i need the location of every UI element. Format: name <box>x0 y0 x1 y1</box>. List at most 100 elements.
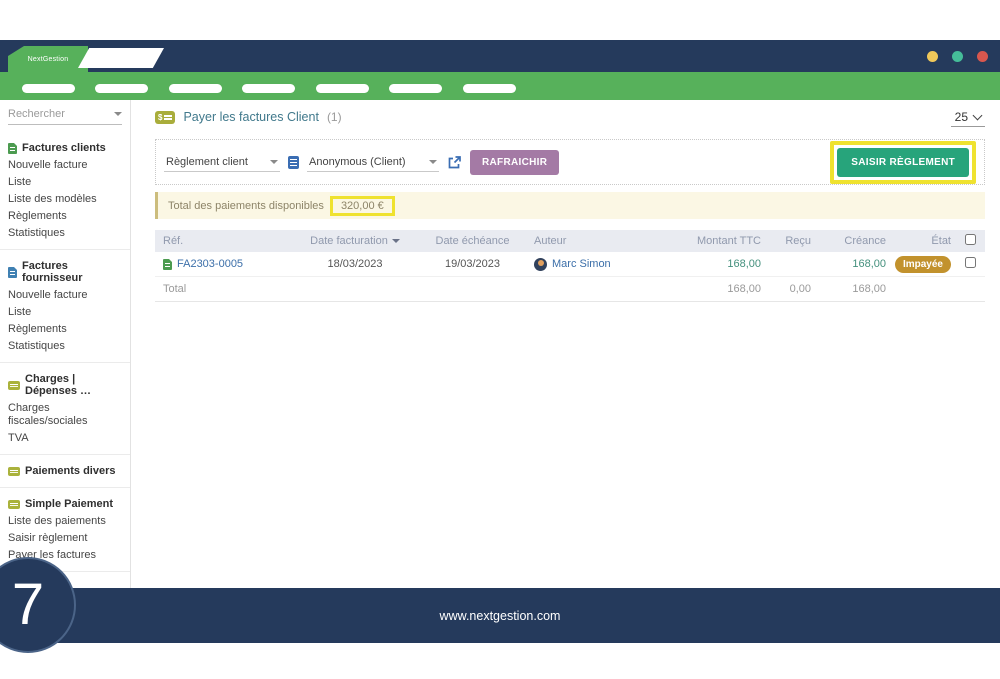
sidebar-item-reglements-client[interactable]: Règlements <box>0 208 130 225</box>
payment-type-select[interactable]: Règlement client <box>164 153 280 172</box>
minimize-dot-icon[interactable] <box>927 51 938 62</box>
money-icon <box>8 467 20 476</box>
sidebar-item-reglements-fournisseur[interactable]: Règlements <box>0 321 130 338</box>
col-date-echeance[interactable]: Date échéance <box>415 235 530 247</box>
table-header-row: Réf. Date facturation Date échéance Aute… <box>155 230 985 252</box>
cell-date-facturation: 18/03/2023 <box>295 258 415 270</box>
nav-pill-6[interactable] <box>389 84 442 93</box>
sidebar: Rechercher Factures clients Nouvelle fac… <box>0 100 131 588</box>
section-label: Factures clients <box>22 142 106 154</box>
footer-url: www.nextgestion.com <box>440 609 561 623</box>
col-auteur[interactable]: Auteur <box>530 235 675 247</box>
section-label: Charges | Dépenses … <box>25 373 130 397</box>
divider <box>0 249 130 250</box>
slide-number: 7 <box>12 576 44 634</box>
invoice-green-icon <box>8 143 17 154</box>
available-payments-infobar: Total des paiements disponibles 320,00 € <box>155 192 985 219</box>
sidebar-item-tva[interactable]: TVA <box>0 430 130 447</box>
sidebar-section-charges-depenses[interactable]: Charges | Dépenses … <box>0 370 130 400</box>
sidebar-item-statistiques-client[interactable]: Statistiques <box>0 225 130 242</box>
status-badge: Impayée <box>895 256 951 273</box>
result-count: (1) <box>327 110 342 124</box>
invoice-row: FA2303-0005 18/03/2023 19/03/2023 Marc S… <box>155 252 985 277</box>
cell-creance: 168,00 <box>815 258 890 270</box>
total-montant: 168,00 <box>675 283 765 295</box>
sidebar-section-factures-clients[interactable]: Factures clients <box>0 139 130 157</box>
chevron-down-icon <box>114 112 122 116</box>
col-date-facturation[interactable]: Date facturation <box>295 235 415 247</box>
sidebar-section-factures-fournisseur[interactable]: Factures fournisseur <box>0 257 130 287</box>
cell-montant-ttc: 168,00 <box>675 258 765 270</box>
section-label: Simple Paiement <box>25 498 113 510</box>
sidebar-section-paiements-divers[interactable]: Paiements divers <box>0 462 130 480</box>
search-placeholder: Rechercher <box>8 108 65 120</box>
col-label: Date facturation <box>310 235 388 247</box>
sidebar-item-liste-des-paiements[interactable]: Liste des paiements <box>0 513 130 530</box>
divider <box>0 362 130 363</box>
total-recu: 0,00 <box>765 283 815 295</box>
available-amount: 320,00 € <box>330 196 395 216</box>
payment-toolbar: Règlement client Anonymous (Client) RAFR… <box>155 139 985 185</box>
col-creance[interactable]: Créance <box>815 235 890 247</box>
cell-date-echeance: 19/03/2023 <box>415 258 530 270</box>
col-etat[interactable]: État <box>890 235 955 247</box>
footer-bar: www.nextgestion.com <box>0 588 1000 643</box>
money-icon <box>8 500 20 509</box>
col-montant-ttc[interactable]: Montant TTC <box>675 235 765 247</box>
avatar <box>534 258 547 271</box>
sidebar-item-saisir-reglement[interactable]: Saisir règlement <box>0 530 130 547</box>
chevron-down-icon <box>429 160 437 164</box>
maximize-dot-icon[interactable] <box>952 51 963 62</box>
sidebar-item-liste-des-modeles[interactable]: Liste des modèles <box>0 191 130 208</box>
client-select[interactable]: Anonymous (Client) <box>307 153 439 172</box>
nav-pill-4[interactable] <box>242 84 295 93</box>
nav-pill-5[interactable] <box>316 84 369 93</box>
refresh-button[interactable]: RAFRAICHIR <box>470 150 559 175</box>
sidebar-item-charges-fiscales-sociales[interactable]: Charges fiscales/sociales <box>0 400 130 430</box>
nav-pill-2[interactable] <box>95 84 148 93</box>
infobar-label: Total des paiements disponibles <box>168 200 324 212</box>
search-select[interactable]: Rechercher <box>8 108 122 125</box>
enter-payment-button[interactable]: SAISIR RÈGLEMENT <box>837 148 969 177</box>
chevron-down-icon <box>270 160 278 164</box>
row-checkbox[interactable] <box>965 257 976 268</box>
nav-pill-1[interactable] <box>22 84 75 93</box>
sidebar-item-nouvelle-facture-client[interactable]: Nouvelle facture <box>0 157 130 174</box>
page-title: Payer les factures Client <box>183 110 318 124</box>
money-icon <box>8 381 20 390</box>
nav-pill-3[interactable] <box>169 84 222 93</box>
brand-label: NextGestion <box>28 56 69 63</box>
author-link[interactable]: Marc Simon <box>552 258 611 270</box>
contact-book-icon <box>288 156 299 169</box>
sidebar-section-simple-paiement[interactable]: Simple Paiement <box>0 495 130 513</box>
client-value: Anonymous (Client) <box>309 156 406 168</box>
invoice-ref-link[interactable]: FA2303-0005 <box>177 258 243 270</box>
section-label: Factures fournisseur <box>22 260 130 284</box>
nav-pill-7[interactable] <box>463 84 516 93</box>
highlight-annotation: SAISIR RÈGLEMENT <box>830 141 976 184</box>
page-size-select[interactable]: 25 <box>951 108 985 127</box>
banknote-icon: $ <box>155 111 175 124</box>
divider <box>0 487 130 488</box>
col-ref[interactable]: Réf. <box>155 235 295 247</box>
sidebar-item-liste-fournisseur[interactable]: Liste <box>0 304 130 321</box>
chevron-down-icon <box>973 110 983 120</box>
page-size-value: 25 <box>955 110 968 124</box>
section-label: Paiements divers <box>25 465 116 477</box>
sidebar-item-liste-client[interactable]: Liste <box>0 174 130 191</box>
table-total-row: Total 168,00 0,00 168,00 <box>155 277 985 302</box>
page-header: $ Payer les factures Client (1) 25 <box>155 104 985 130</box>
invoice-blue-icon <box>8 267 17 278</box>
col-recu[interactable]: Reçu <box>765 235 815 247</box>
brand-tab: NextGestion <box>8 46 88 72</box>
close-dot-icon[interactable] <box>977 51 988 62</box>
total-creance: 168,00 <box>815 283 890 295</box>
sidebar-item-nouvelle-facture-fournisseur[interactable]: Nouvelle facture <box>0 287 130 304</box>
total-label: Total <box>155 283 295 295</box>
open-external-icon[interactable] <box>447 155 462 170</box>
invoices-table: Réf. Date facturation Date échéance Aute… <box>155 230 985 302</box>
sidebar-item-statistiques-fournisseur[interactable]: Statistiques <box>0 338 130 355</box>
browser-tab-shape <box>78 48 164 68</box>
select-all-checkbox[interactable] <box>965 234 976 245</box>
window-controls <box>927 51 988 62</box>
